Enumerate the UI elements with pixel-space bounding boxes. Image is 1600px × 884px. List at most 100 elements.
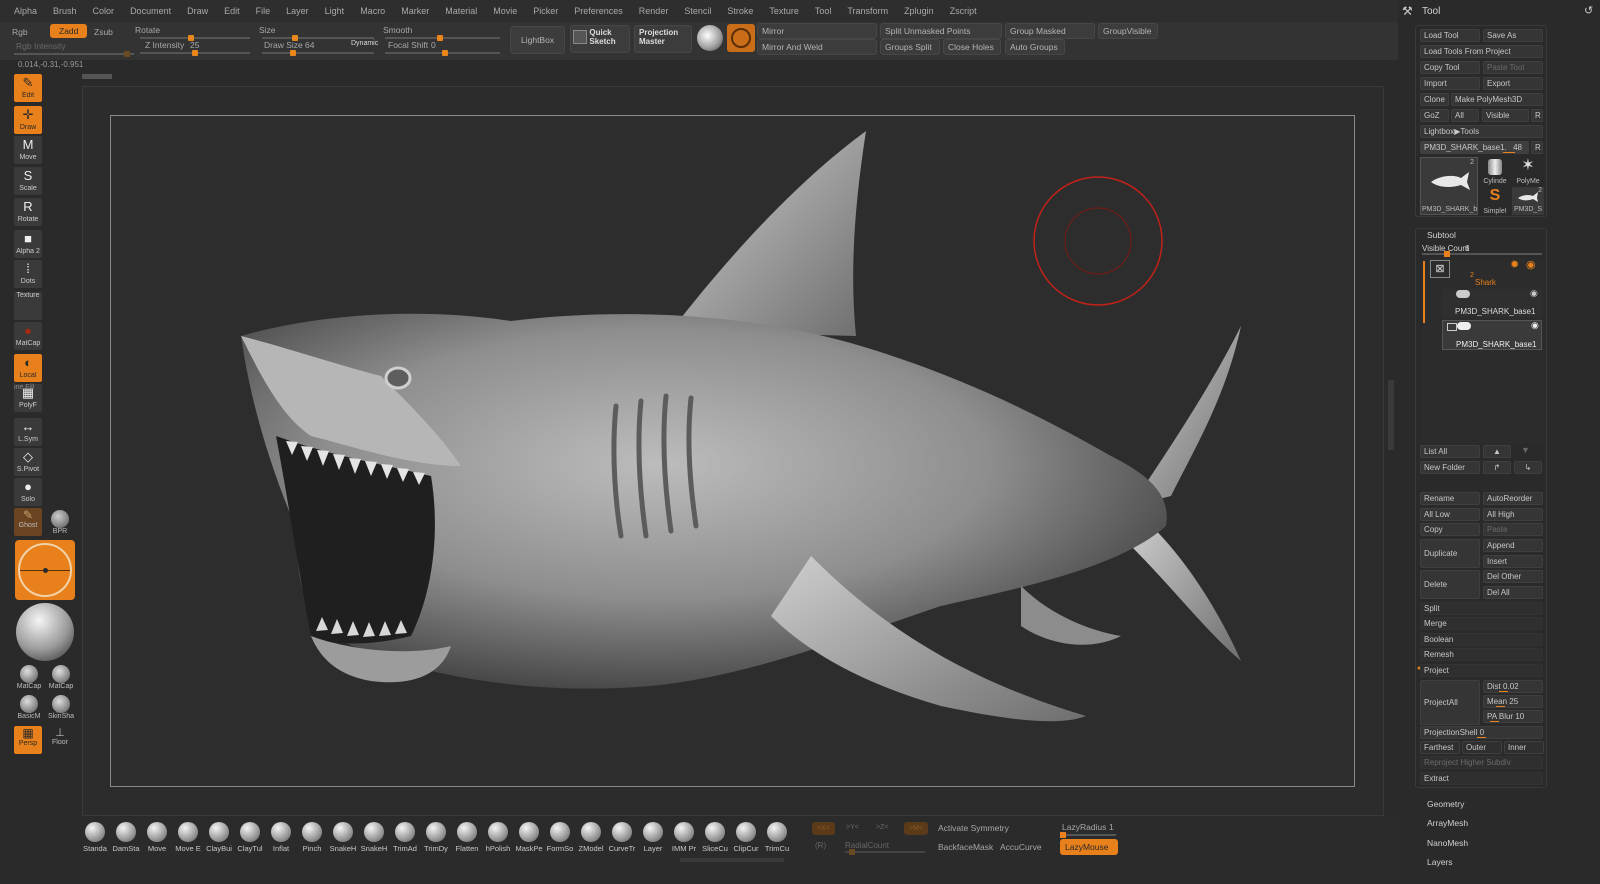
brush-claytul-button[interactable]: ClayTul [235, 822, 265, 853]
local-button[interactable]: ◐ Local [14, 354, 42, 382]
menu-picker[interactable]: Picker [533, 6, 558, 16]
mirror-weld-button[interactable]: Mirror And Weld [757, 39, 877, 55]
geometry-section[interactable]: Geometry [1427, 799, 1464, 809]
autoreorder-button[interactable]: AutoReorder [1483, 492, 1543, 505]
lazy-mouse-toggle[interactable]: LazyMouse [1060, 839, 1118, 855]
brush-snakeh-button[interactable]: SnakeH [359, 822, 389, 853]
brush-clipcur-button[interactable]: ClipCur [731, 822, 761, 853]
visibility-eye-icon[interactable]: ◉ [1530, 288, 1538, 299]
brush-maskpe-button[interactable]: MaskPe [514, 822, 544, 853]
menu-texture[interactable]: Texture [769, 6, 799, 16]
smooth-label[interactable]: Smooth [383, 25, 412, 35]
backface-mask-button[interactable]: BackfaceMask [938, 842, 993, 852]
brush-claybui-button[interactable]: ClayBui [204, 822, 234, 853]
brush-scroll-handle[interactable] [680, 858, 784, 862]
radial-r-toggle[interactable]: (R) [815, 841, 826, 850]
menu-marker[interactable]: Marker [401, 6, 429, 16]
sym-y-toggle[interactable]: >Y< [846, 824, 859, 831]
all-low-button[interactable]: All Low [1420, 508, 1480, 521]
move-down-icon[interactable]: ↳ [1514, 461, 1542, 474]
nanomesh-section[interactable]: NanoMesh [1427, 838, 1468, 848]
pa-blur-slider[interactable]: PA Blur 10 [1483, 710, 1543, 723]
size-slider[interactable] [262, 35, 374, 41]
sym-z-toggle[interactable]: >Z< [876, 824, 888, 831]
tool-thumbnail-cylinder[interactable]: Cylinde [1480, 157, 1510, 185]
brush-trimdy-button[interactable]: TrimDy [421, 822, 451, 853]
folder-icon[interactable]: ⊠ [1430, 260, 1450, 278]
rotate-slider[interactable] [140, 35, 250, 41]
load-tools-from-project-button[interactable]: Load Tools From Project [1420, 45, 1543, 58]
save-as-button[interactable]: Save As [1483, 29, 1543, 42]
menu-render[interactable]: Render [639, 6, 669, 16]
menu-light[interactable]: Light [325, 6, 345, 16]
zadd-toggle[interactable]: Zadd [50, 24, 88, 38]
floor-button[interactable]: ⊥ Floor [46, 726, 74, 754]
paste-tool-button[interactable]: Paste Tool [1483, 61, 1543, 74]
copy-button[interactable]: Copy [1420, 523, 1480, 536]
menu-movie[interactable]: Movie [493, 6, 517, 16]
project-all-button[interactable]: ProjectAll [1420, 680, 1480, 725]
export-button[interactable]: Export [1483, 77, 1543, 90]
basicm-material[interactable]: BasicM [14, 695, 44, 723]
del-other-button[interactable]: Del Other [1483, 570, 1543, 583]
arrow-down-icon[interactable]: ▼ [1521, 445, 1530, 455]
dots-button[interactable]: ⁞ Dots [14, 260, 42, 288]
brush-inflat-button[interactable]: Inflat [266, 822, 296, 853]
radial-count-track[interactable] [845, 849, 925, 855]
quick-sketch-button[interactable]: Quick Sketch [570, 25, 630, 53]
brush-layer-button[interactable]: Layer [638, 822, 668, 853]
menu-layer[interactable]: Layer [286, 6, 309, 16]
right-tray-handle[interactable] [1388, 380, 1394, 450]
menu-document[interactable]: Document [130, 6, 171, 16]
arraymesh-section[interactable]: ArrayMesh [1427, 818, 1468, 828]
menu-material[interactable]: Material [445, 6, 477, 16]
move-button[interactable]: M Move [14, 136, 42, 164]
reproject-button[interactable]: Reproject Higher Subdiv [1420, 756, 1543, 769]
insert-button[interactable]: Insert [1483, 555, 1543, 568]
size-label[interactable]: Size [259, 25, 276, 35]
auto-groups-button[interactable]: Auto Groups [1005, 39, 1065, 55]
rename-button[interactable]: Rename [1420, 492, 1480, 505]
load-tool-button[interactable]: Load Tool [1420, 29, 1480, 42]
toggle-icon[interactable] [1457, 322, 1471, 330]
menu-zscript[interactable]: Zscript [950, 6, 977, 16]
brush-curvetr-button[interactable]: CurveTr [607, 822, 637, 853]
menu-brush[interactable]: Brush [53, 6, 77, 16]
dist-slider[interactable]: Dist 0.02 [1483, 680, 1543, 693]
rotate-button[interactable]: R Rotate [14, 198, 42, 226]
clone-button[interactable]: Clone [1420, 93, 1449, 106]
brush-trimcu-button[interactable]: TrimCu [762, 822, 792, 853]
material-sphere[interactable] [16, 603, 74, 661]
boolean-section[interactable]: Boolean [1420, 633, 1543, 646]
rgb-intensity-slider[interactable] [14, 51, 134, 57]
group-visible-button[interactable]: GroupVisible [1098, 23, 1158, 39]
move-up-icon[interactable]: ↱ [1483, 461, 1511, 474]
current-tool-r-button[interactable]: R [1531, 141, 1543, 154]
eye-icon[interactable]: ◉ [1526, 258, 1536, 271]
gear-icon[interactable]: ✹ [1510, 258, 1519, 271]
sym-x-toggle[interactable]: >X< [812, 822, 835, 835]
outer-button[interactable]: Outer [1462, 741, 1502, 754]
extract-section[interactable]: Extract [1420, 772, 1543, 785]
paste-button[interactable]: Paste [1483, 523, 1543, 536]
remesh-section[interactable]: Remesh [1420, 648, 1543, 661]
merge-section[interactable]: Merge [1420, 617, 1543, 630]
toggle-icon[interactable] [1456, 290, 1470, 298]
subtool-item[interactable]: ◉ PM3D_SHARK_base1 [1442, 320, 1542, 350]
goz-visible-button[interactable]: Visible [1482, 109, 1529, 122]
smooth-slider[interactable] [385, 35, 500, 41]
accucurve-button[interactable]: AccuCurve [1000, 842, 1042, 852]
delete-button[interactable]: Delete [1420, 570, 1480, 599]
arrow-up-icon[interactable]: ▲ [1483, 445, 1511, 458]
split-section[interactable]: Split [1420, 602, 1543, 615]
close-holes-button[interactable]: Close Holes [943, 39, 1001, 55]
menu-stencil[interactable]: Stencil [684, 6, 711, 16]
projection-shell-slider[interactable]: ProjectionShell 0 [1420, 726, 1543, 739]
import-button[interactable]: Import [1420, 77, 1480, 90]
menu-tool[interactable]: Tool [815, 6, 832, 16]
draw-button[interactable]: ✛ Draw [14, 106, 42, 134]
menu-file[interactable]: File [256, 6, 271, 16]
make-polymesh-button[interactable]: Make PolyMesh3D [1451, 93, 1543, 106]
dynamic-toggle[interactable]: Dynamic [351, 40, 378, 47]
brush-snakeh-button[interactable]: SnakeH [328, 822, 358, 853]
